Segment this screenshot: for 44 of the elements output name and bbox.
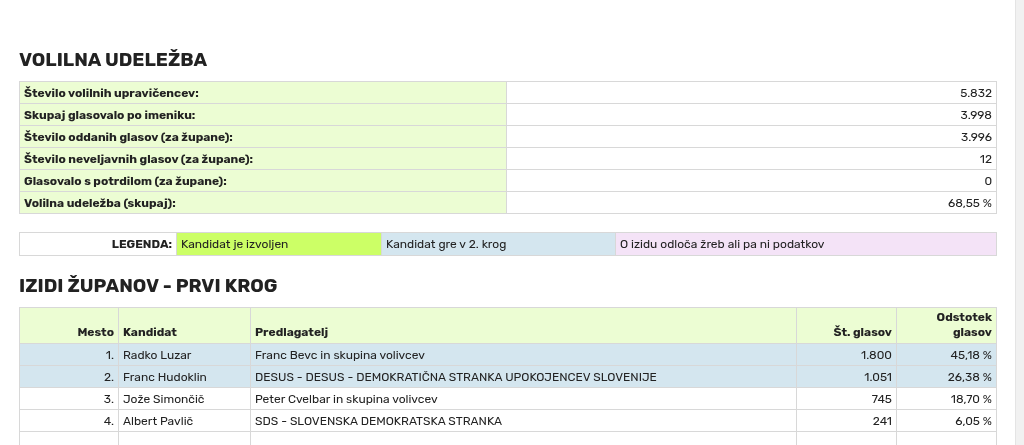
column-header: Odstotek glasov: [896, 307, 997, 344]
table-cell: 4.: [19, 409, 119, 432]
table-cell: 1.: [19, 343, 119, 366]
table-cell: SDS - SLOVENSKA DEMOKRATSKA STRANKA: [250, 409, 797, 432]
table-cell: Jože Simončič: [118, 387, 251, 410]
table-cell: 1.800: [796, 343, 897, 366]
column-header: Kandidat: [118, 307, 251, 344]
table-cell: 26,38 %: [896, 365, 997, 388]
stat-value: 3.996: [506, 125, 997, 148]
table-cell: Franc Hudoklin: [118, 365, 251, 388]
legend-item: O izidu odloča žreb ali pa ni podatkov: [615, 232, 997, 256]
legend-item: Kandidat je izvoljen: [176, 232, 382, 256]
stat-label: Skupaj glasovalo po imeniku:: [19, 103, 507, 126]
stat-value: 12: [506, 147, 997, 170]
table-cell: 18,70 %: [896, 387, 997, 410]
table-cell: 6,05 %: [896, 409, 997, 432]
stat-value: 5.832: [506, 81, 997, 104]
stat-label: Število neveljavnih glasov (za župane):: [19, 147, 507, 170]
stat-value: 0: [506, 169, 997, 192]
scrollbar-track[interactable]: [1015, 0, 1024, 445]
table-cell: Franc Bevc in skupina volivcev: [250, 343, 797, 366]
stat-label: Volilna udeležba (skupaj):: [19, 191, 507, 214]
table-cell: 2.: [19, 365, 119, 388]
stat-label: Število oddanih glasov (za župane):: [19, 125, 507, 148]
table-cell: 745: [796, 387, 897, 410]
column-header: Mesto: [19, 307, 119, 344]
column-header: Št. glasov: [796, 307, 897, 344]
table-cell: 3.: [19, 387, 119, 410]
table-cell: 45,18 %: [896, 343, 997, 366]
stat-value: 68,55 %: [506, 191, 997, 214]
stat-label: Glasovalo s potrdilom (za župane):: [19, 169, 507, 192]
table-cell: 1.051: [796, 365, 897, 388]
stat-label: Število volilnih upravičencev:: [19, 81, 507, 104]
stat-value: 3.998: [506, 103, 997, 126]
legend-label: LEGENDA:: [19, 232, 177, 256]
section-title: VOLILNA UDELEŽBA: [19, 48, 209, 72]
column-header: Predlagatelj: [250, 307, 797, 344]
table-cell: 241: [796, 409, 897, 432]
section-title: IZIDI ŽUPANOV - PRVI KROG: [19, 274, 279, 298]
table-cell: Peter Cvelbar in skupina volivcev: [250, 387, 797, 410]
table-cell: Radko Luzar: [118, 343, 251, 366]
table-cell: Albert Pavlič: [118, 409, 251, 432]
legend-item: Kandidat gre v 2. krog: [381, 232, 616, 256]
table-cell: DESUS - DESUS - DEMOKRATIČNA STRANKA UPOKOJENCEV SLOVENIJE: [250, 365, 797, 388]
